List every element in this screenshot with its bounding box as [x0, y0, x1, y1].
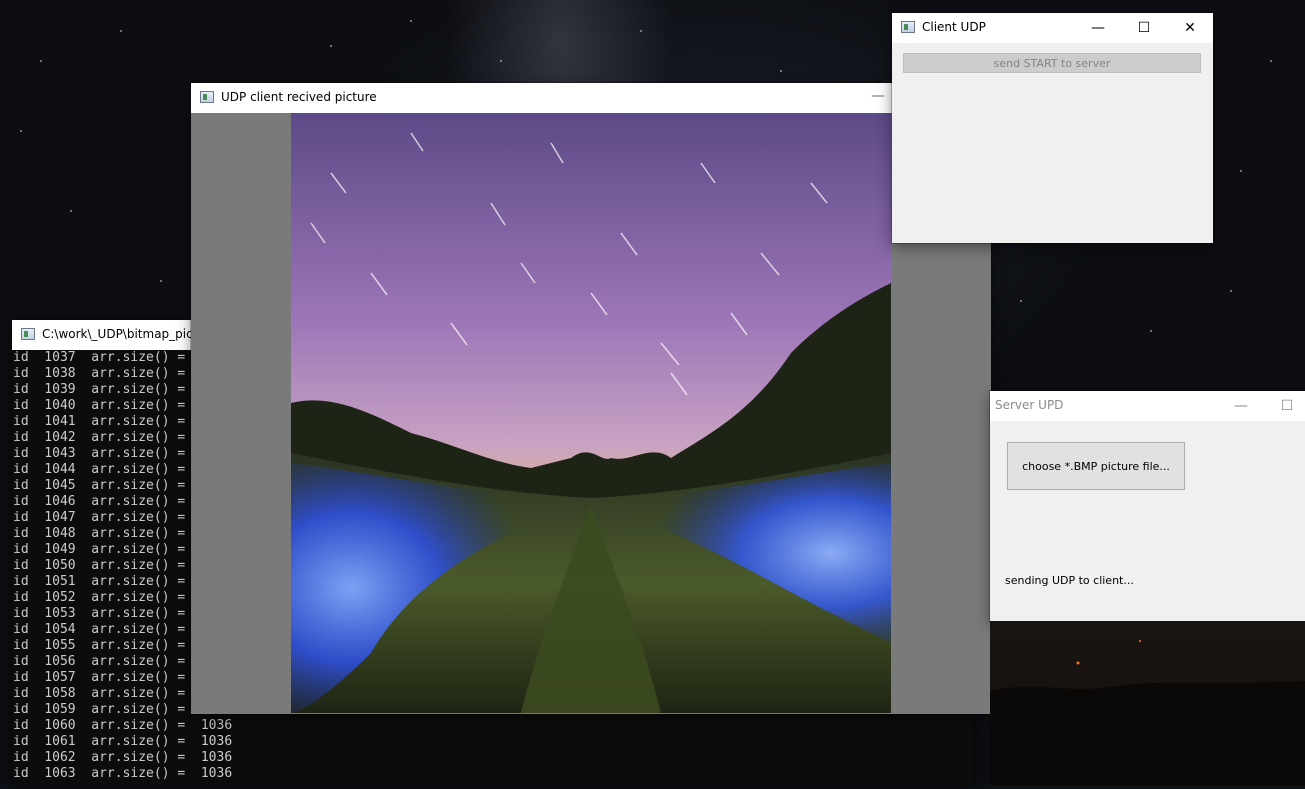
- picture-window-title: UDP client recived picture: [221, 90, 377, 104]
- console-line: id 1063 arr.size() = 1036: [13, 766, 233, 781]
- server-titlebar[interactable]: Server UPD — ☐: [990, 391, 1305, 421]
- server-window-title: Server UPD: [995, 398, 1064, 412]
- choose-bmp-button[interactable]: choose *.BMP picture file...: [1007, 442, 1185, 490]
- distant-hills-image: [990, 640, 1305, 785]
- background-night-photo: [990, 621, 1305, 785]
- close-icon[interactable]: ✕: [1167, 13, 1213, 43]
- server-status-text: sending UDP to client...: [1005, 574, 1134, 587]
- received-picture: [291, 113, 891, 713]
- client-window[interactable]: Client UDP — ☐ ✕ send START to server: [892, 13, 1213, 243]
- picture-app-icon: [200, 91, 214, 103]
- console-line: id 1062 arr.size() = 1036: [13, 750, 233, 765]
- maximize-icon[interactable]: ☐: [1121, 13, 1167, 43]
- maximize-icon[interactable]: ☐: [1264, 391, 1305, 421]
- night-field-image: [291, 113, 891, 713]
- client-app-icon: [901, 21, 915, 33]
- server-window[interactable]: Server UPD — ☐ choose *.BMP picture file…: [990, 391, 1305, 621]
- console-line: id 1060 arr.size() = 1036: [13, 718, 233, 733]
- minimize-icon[interactable]: —: [1218, 391, 1264, 421]
- console-line: id 1061 arr.size() = 1036: [13, 734, 233, 749]
- client-window-title: Client UDP: [922, 20, 986, 34]
- console-title: C:\work\_UDP\bitmap_pictu: [42, 327, 206, 341]
- picture-window[interactable]: UDP client recived picture —: [191, 83, 991, 714]
- send-start-button[interactable]: send START to server: [903, 53, 1201, 73]
- minimize-icon[interactable]: —: [1075, 13, 1121, 43]
- console-app-icon: [21, 328, 35, 340]
- picture-titlebar[interactable]: UDP client recived picture —: [191, 83, 991, 113]
- client-titlebar[interactable]: Client UDP — ☐ ✕: [892, 13, 1213, 43]
